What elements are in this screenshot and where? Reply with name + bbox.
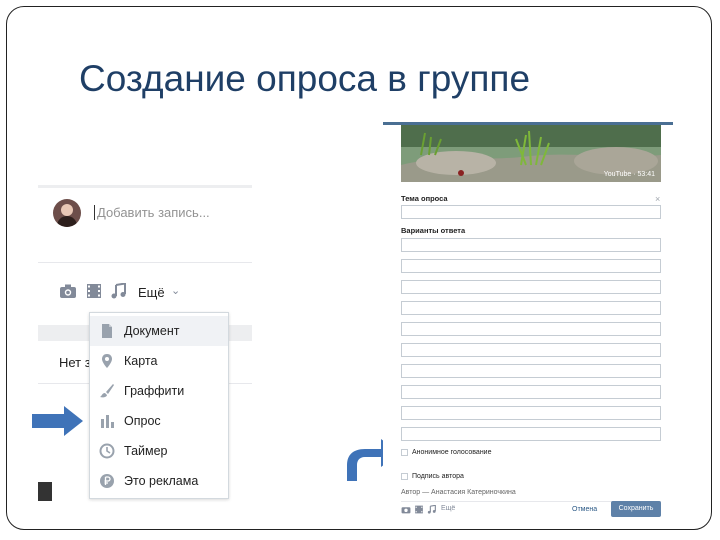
slide-title: Создание опроса в группе — [79, 58, 531, 99]
menu-item-ad[interactable]: Это реклама — [90, 466, 228, 496]
option-input[interactable] — [401, 406, 661, 420]
clock-icon — [99, 443, 115, 459]
video-thumbnail[interactable]: YouTube · 53:41 — [401, 125, 661, 182]
menu-item-graffiti[interactable]: Граффити — [90, 376, 228, 406]
menu-item-label: Документ — [124, 324, 180, 338]
map-pin-icon — [102, 354, 112, 368]
option-input[interactable] — [401, 385, 661, 399]
author-text: Автор — Анастасия Катериночкина — [401, 489, 516, 496]
signature-checkbox[interactable] — [401, 473, 408, 480]
cancel-button[interactable]: Отмена — [572, 506, 597, 513]
save-button[interactable]: Сохранить — [611, 501, 661, 517]
options-label: Варианты ответа — [401, 226, 466, 235]
avatar[interactable] — [53, 199, 81, 227]
menu-item-label: Опрос — [124, 414, 161, 428]
chevron-down-icon[interactable]: ⌄ — [171, 284, 180, 297]
menu-item-label: Карта — [124, 354, 158, 368]
anonymous-checkbox[interactable] — [401, 449, 408, 456]
option-input[interactable] — [401, 364, 661, 378]
option-input[interactable] — [401, 343, 661, 357]
menu-item-timer[interactable]: Таймер — [90, 436, 228, 466]
option-input[interactable] — [401, 427, 661, 441]
camera-icon[interactable] — [401, 505, 411, 514]
more-button[interactable]: Ещё — [138, 285, 165, 300]
divider — [38, 262, 252, 263]
arrow-right-icon — [32, 406, 83, 436]
topic-label: Тема опроса — [401, 194, 448, 203]
anonymous-label: Анонимное голосование — [412, 449, 492, 456]
top-divider — [38, 185, 252, 188]
ruble-icon — [100, 474, 114, 488]
option-input[interactable] — [401, 238, 661, 252]
menu-item-map[interactable]: Карта — [90, 346, 228, 376]
poll-form-screenshot: YouTube · 53:41 Тема опроса × Варианты о… — [383, 122, 673, 528]
music-icon[interactable] — [110, 283, 128, 299]
camera-icon[interactable] — [59, 283, 77, 299]
option-input[interactable] — [401, 301, 661, 315]
poll-chart-icon — [101, 415, 114, 428]
menu-item-poll[interactable]: Опрос — [90, 406, 228, 436]
post-input[interactable]: Добавить запись... — [94, 205, 210, 220]
corner-element — [38, 482, 52, 501]
more-button[interactable]: Ещё — [441, 505, 455, 512]
option-input[interactable] — [401, 280, 661, 294]
document-icon — [102, 324, 112, 338]
menu-item-label: Таймер — [124, 444, 168, 458]
film-icon[interactable] — [414, 505, 424, 514]
menu-item-document[interactable]: Документ — [90, 316, 228, 346]
film-icon[interactable] — [85, 283, 103, 299]
attach-dropdown-menu: Документ Карта Граффити Опрос Таймер Это… — [89, 312, 229, 499]
menu-item-label: Граффити — [124, 384, 185, 398]
signature-label: Подпись автора — [412, 473, 464, 480]
option-input[interactable] — [401, 322, 661, 336]
video-duration: YouTube · 53:41 — [603, 171, 655, 178]
topic-input[interactable] — [401, 205, 661, 219]
tab-label[interactable]: Нет з — [59, 355, 91, 370]
option-input[interactable] — [401, 259, 661, 273]
menu-item-label: Это реклама — [124, 474, 199, 488]
brush-icon — [100, 384, 114, 398]
close-icon[interactable]: × — [655, 194, 660, 204]
music-icon[interactable] — [427, 505, 437, 514]
